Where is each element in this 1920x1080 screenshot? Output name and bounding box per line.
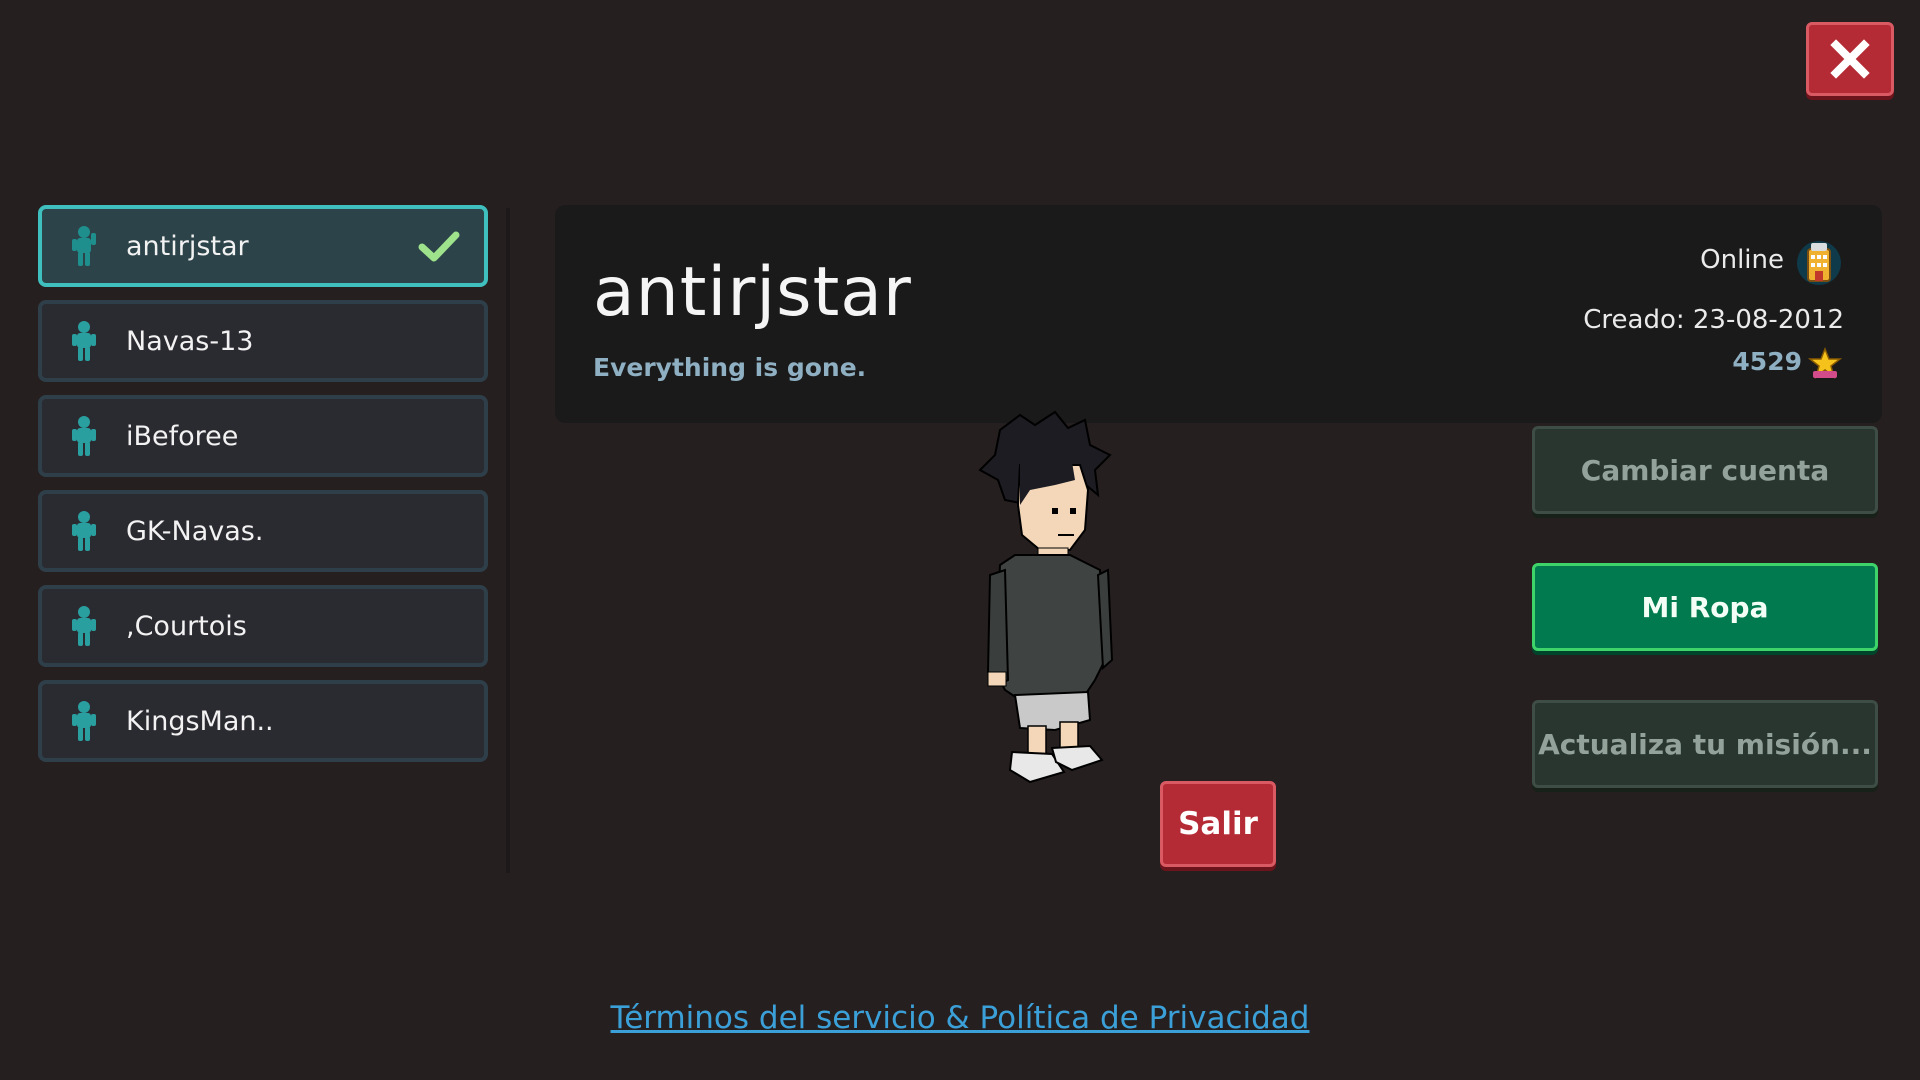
- user-icon: [72, 511, 96, 551]
- close-button[interactable]: [1806, 22, 1894, 96]
- account-name: GK-Navas.: [126, 515, 264, 547]
- account-item[interactable]: Navas-13: [38, 300, 488, 382]
- user-icon: [72, 321, 96, 361]
- update-mission-button[interactable]: Actualiza tu misión...: [1532, 700, 1878, 788]
- created-date: Creado: 23-08-2012: [1583, 305, 1844, 335]
- account-item[interactable]: KingsMan..: [38, 680, 488, 762]
- account-item[interactable]: ,Courtois: [38, 585, 488, 667]
- account-list: antirjstar Navas-13 iBeforee GK-Navas. ,…: [38, 205, 488, 775]
- account-name: antirjstar: [126, 230, 249, 262]
- my-clothes-button[interactable]: Mi Ropa: [1532, 563, 1878, 651]
- user-icon: [72, 701, 96, 741]
- achievement-star-icon: [1808, 347, 1842, 379]
- list-divider: [506, 208, 510, 873]
- terms-privacy-link[interactable]: Términos del servicio & Política de Priv…: [0, 1000, 1920, 1036]
- account-item[interactable]: iBeforee: [38, 395, 488, 477]
- account-item[interactable]: antirjstar: [38, 205, 488, 287]
- check-icon: [418, 231, 460, 262]
- close-icon: [1830, 39, 1870, 79]
- achievement-score: 4529: [1732, 347, 1802, 376]
- user-icon: [72, 606, 96, 646]
- account-name: iBeforee: [126, 420, 239, 452]
- account-name: KingsMan..: [126, 705, 274, 737]
- user-avatar: [978, 410, 1114, 784]
- account-item[interactable]: GK-Navas.: [38, 490, 488, 572]
- user-icon: [72, 416, 96, 456]
- profile-username: antirjstar: [593, 253, 912, 332]
- profile-motto: Everything is gone.: [593, 353, 867, 382]
- account-name: ,Courtois: [126, 610, 247, 642]
- exit-button[interactable]: Salir: [1160, 781, 1276, 867]
- account-screen: antirjstar Navas-13 iBeforee GK-Navas. ,…: [0, 0, 1920, 1080]
- online-hotel-icon: [1797, 241, 1841, 285]
- account-name: Navas-13: [126, 325, 254, 357]
- change-account-button[interactable]: Cambiar cuenta: [1532, 426, 1878, 514]
- user-icon: [72, 226, 96, 266]
- online-status: Online: [1700, 245, 1784, 275]
- profile-header: antirjstar Everything is gone. Online Cr…: [555, 205, 1882, 423]
